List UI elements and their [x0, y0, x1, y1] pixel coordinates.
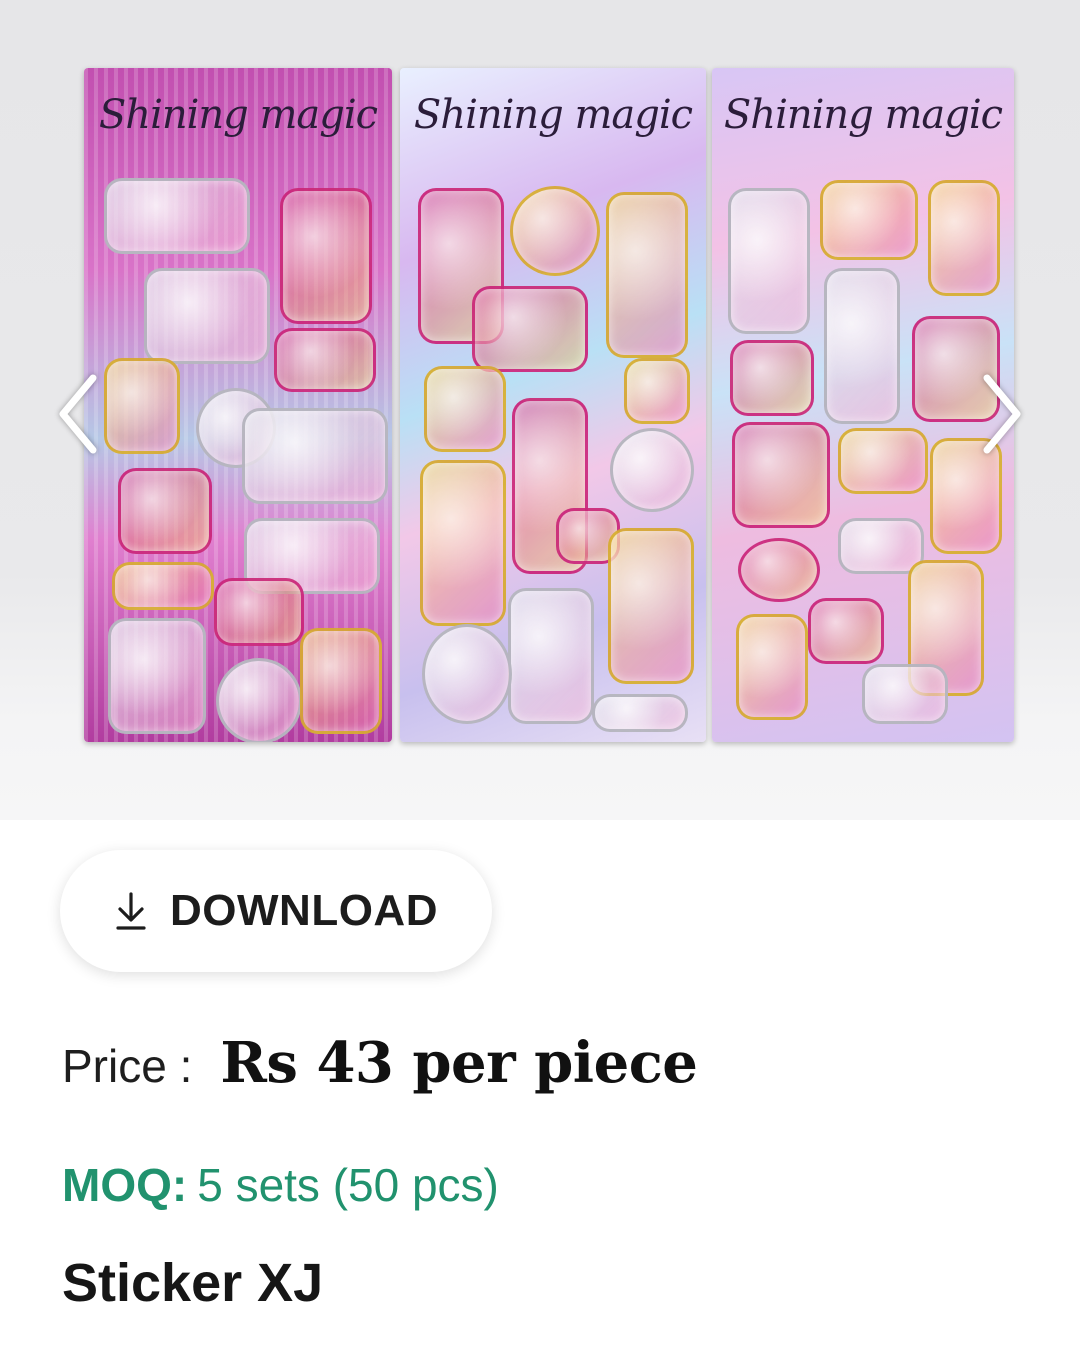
chevron-right-icon — [983, 374, 1021, 454]
gun-sticker — [104, 178, 250, 254]
diamond-sticker — [424, 366, 506, 452]
download-arrow-icon — [116, 892, 146, 930]
ice-cream-sticker — [928, 180, 1000, 296]
heart-moon-sticker — [608, 528, 694, 684]
next-image-button[interactable] — [972, 372, 1032, 456]
heart-sticker — [118, 468, 212, 554]
cassette-sticker — [274, 328, 376, 392]
magic-wand-sticker — [824, 268, 900, 424]
cocktail-sticker — [736, 614, 808, 720]
heart-wand-sticker — [472, 286, 588, 372]
moon-sticker — [510, 186, 600, 276]
glitter-heart-sticker — [808, 598, 884, 664]
download-button[interactable]: DOWNLOAD — [60, 850, 492, 972]
telephone-sticker — [144, 268, 270, 364]
product-name: Sticker XJ — [62, 1253, 324, 1313]
sticker-sheet-3-title: Shining magic — [723, 92, 1003, 138]
bubble-tea-sticker — [728, 188, 810, 334]
previous-image-button[interactable] — [48, 372, 108, 456]
wreath-sticker — [216, 658, 302, 742]
moq-label: MOQ: — [62, 1159, 188, 1211]
milk-box-sticker — [732, 422, 830, 528]
milk-bottle-sticker — [300, 628, 382, 734]
candy-bowl-sticker — [820, 180, 918, 260]
sweet-bone-sticker — [592, 694, 688, 732]
jar-sticker — [108, 618, 206, 734]
burst-sticker — [730, 340, 814, 416]
sticker-sheet-2-image: Shining magic — [400, 68, 706, 742]
product-image-gallery[interactable]: Shining magic Shining magic Shining magi… — [0, 0, 1080, 820]
moon-heart-wand-sticker — [420, 460, 506, 626]
moq-row: MOQ: 5 sets (50 pcs) — [62, 1158, 499, 1212]
sticker-sheet-2-title: Shining magic — [413, 92, 693, 138]
download-label: DOWNLOAD — [170, 886, 438, 935]
sticker-sheet-1-title: Shining magic — [98, 92, 378, 138]
star-sticker — [624, 358, 690, 424]
burst-candy-sticker — [862, 664, 948, 724]
chevron-left-icon — [59, 374, 97, 454]
octagon-gem-sticker — [610, 428, 694, 512]
moon-key-sticker — [508, 588, 594, 724]
wrapped-candy-sticker — [738, 538, 820, 602]
globe-bottle-sticker — [422, 624, 512, 724]
moq-value: 5 sets (50 pcs) — [197, 1159, 499, 1211]
candy-sticker — [112, 562, 214, 610]
price-value: Rs 43 per piece — [220, 1030, 698, 1096]
sneaker-sticker — [242, 408, 388, 504]
sticker-sheet-1-image: Shining magic — [84, 68, 392, 742]
price-label: Price : — [62, 1040, 193, 1092]
gem-sticker — [838, 428, 928, 494]
sticker-sheet-3-image: Shining magic — [712, 68, 1014, 742]
milk-carton-sticker — [280, 188, 372, 324]
tape-sticker — [214, 578, 304, 646]
bottle-sticker — [104, 358, 180, 454]
crescent-key-sticker — [606, 192, 688, 358]
price-row: Price : Rs 43 per piece — [62, 1030, 698, 1096]
